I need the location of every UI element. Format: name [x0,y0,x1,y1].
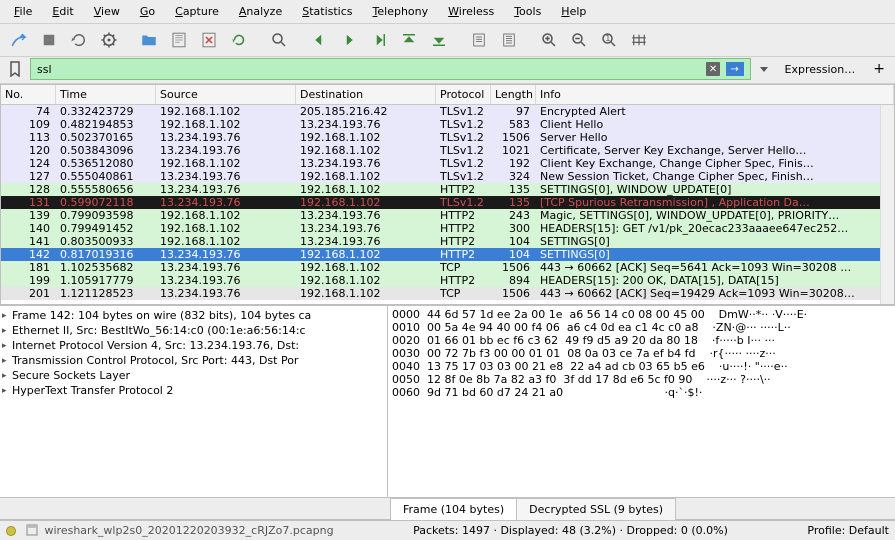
colorize-button[interactable] [496,27,522,53]
status-profile[interactable]: Profile: Default [807,524,889,537]
status-file-label: wireshark_wlp2s0_20201220203932_cRJZo7.p… [26,524,334,537]
close-file-button[interactable] [196,27,222,53]
svg-text:1: 1 [605,33,610,43]
clear-filter-button[interactable]: ✕ [706,62,720,76]
bytes-tabs: Frame (104 bytes) Decrypted SSL (9 bytes… [0,497,895,520]
column-header-no[interactable]: No. [1,85,56,104]
expression-button[interactable]: Expression… [777,58,864,80]
column-header-source[interactable]: Source [156,85,296,104]
column-header-protocol[interactable]: Protocol [436,85,491,104]
expand-arrow-icon[interactable]: ▸ [2,311,12,321]
packet-row[interactable]: 1310.59907211813.234.193.76192.168.1.102… [1,196,880,209]
restart-capture-button[interactable] [66,27,92,53]
zoom-reset-button[interactable]: 1 [596,27,622,53]
menu-help[interactable]: Help [551,2,596,21]
hex-row[interactable]: 0050 12 8f 0e 8b 7a 82 a3 f0 3f dd 17 8d… [392,373,891,386]
toolbar: 1 [0,24,895,57]
tree-item[interactable]: ▸ HyperText Transfer Protocol 2 [0,383,387,398]
packet-row[interactable]: 1240.536512080192.168.1.10213.234.193.76… [1,157,880,170]
menu-tools[interactable]: Tools [504,2,551,21]
go-last-button[interactable] [426,27,452,53]
tree-item[interactable]: ▸ Transmission Control Protocol, Src Por… [0,353,387,368]
apply-filter-button[interactable]: → [726,62,744,76]
reload-file-button[interactable] [226,27,252,53]
zoom-out-button[interactable] [566,27,592,53]
capture-options-button[interactable] [96,27,122,53]
packet-rows[interactable]: 740.332423729192.168.1.102205.185.216.42… [1,105,880,300]
status-bar: wireshark_wlp2s0_20201220203932_cRJZo7.p… [0,520,895,540]
zoom-in-button[interactable] [536,27,562,53]
expand-arrow-icon[interactable]: ▸ [2,371,12,381]
open-file-button[interactable] [136,27,162,53]
packet-row[interactable]: 1400.799491452192.168.1.10213.234.193.76… [1,222,880,235]
packet-bytes-hex[interactable]: 0000 44 6d 57 1d ee 2a 00 1e a6 56 14 c0… [388,306,895,497]
menu-bar: File Edit View Go Capture Analyze Statis… [0,0,895,24]
tree-item[interactable]: ▸ Secure Sockets Layer [0,368,387,383]
menu-statistics[interactable]: Statistics [292,2,362,21]
packet-row[interactable]: 1390.799093598192.168.1.10213.234.193.76… [1,209,880,222]
column-header-time[interactable]: Time [56,85,156,104]
auto-scroll-button[interactable] [466,27,492,53]
tree-item[interactable]: ▸ Frame 142: 104 bytes on wire (832 bits… [0,308,387,323]
go-to-packet-button[interactable] [366,27,392,53]
filter-text: ssl [37,63,52,76]
tab-decrypted-ssl[interactable]: Decrypted SSL (9 bytes) [516,498,676,520]
display-filter-input[interactable]: ssl ✕ → [30,58,751,80]
expand-arrow-icon[interactable]: ▸ [2,386,12,396]
packet-row[interactable]: 740.332423729192.168.1.102205.185.216.42… [1,105,880,118]
packet-row[interactable]: 1410.803500933192.168.1.10213.234.193.76… [1,235,880,248]
save-file-button[interactable] [166,27,192,53]
column-header-destination[interactable]: Destination [296,85,436,104]
menu-file[interactable]: File [4,2,42,21]
menu-wireless[interactable]: Wireless [438,2,504,21]
hex-row[interactable]: 0020 01 66 01 bb ec f6 c3 62 49 f9 d5 a9… [392,334,891,347]
packet-list-panel: No. Time Source Destination Protocol Len… [0,84,895,305]
tree-item[interactable]: ▸ Internet Protocol Version 4, Src: 13.2… [0,338,387,353]
packet-list-scrollbar[interactable] [880,105,894,304]
go-first-button[interactable] [396,27,422,53]
expand-arrow-icon[interactable]: ▸ [2,356,12,366]
stop-capture-button[interactable] [36,27,62,53]
tab-frame-bytes[interactable]: Frame (104 bytes) [390,498,517,520]
column-header-info[interactable]: Info [536,85,894,104]
packet-list-header: No. Time Source Destination Protocol Len… [1,85,894,105]
menu-analyze[interactable]: Analyze [229,2,292,21]
packet-row[interactable]: 1991.10591777913.234.193.76192.168.1.102… [1,274,880,287]
expert-info-button[interactable] [6,526,16,536]
packet-row[interactable]: 1811.10253568213.234.193.76192.168.1.102… [1,261,880,274]
menu-edit[interactable]: Edit [42,2,83,21]
packet-row[interactable]: 2011.12112852313.234.193.76192.168.1.102… [1,287,880,300]
packet-row[interactable]: 1130.50237016513.234.193.76192.168.1.102… [1,131,880,144]
expand-arrow-icon[interactable]: ▸ [2,326,12,336]
filter-bar: ssl ✕ → Expression… + [0,57,895,84]
menu-telephony[interactable]: Telephony [363,2,439,21]
column-header-length[interactable]: Length [491,85,536,104]
hex-row[interactable]: 0030 00 72 7b f3 00 00 01 01 08 0a 03 ce… [392,347,891,360]
packet-row[interactable]: 1200.50384309613.234.193.76192.168.1.102… [1,144,880,157]
menu-view[interactable]: View [84,2,130,21]
filter-history-dropdown[interactable] [755,58,773,80]
packet-row[interactable]: 1420.81701931613.234.193.76192.168.1.102… [1,248,880,261]
expand-arrow-icon[interactable]: ▸ [2,341,12,351]
packet-details-tree[interactable]: ▸ Frame 142: 104 bytes on wire (832 bits… [0,306,388,497]
hex-row[interactable]: 0000 44 6d 57 1d ee 2a 00 1e a6 56 14 c0… [392,308,891,321]
status-packet-counts: Packets: 1497 · Displayed: 48 (3.2%) · D… [344,524,798,537]
menu-capture[interactable]: Capture [165,2,229,21]
hex-row[interactable]: 0010 00 5a 4e 94 40 00 f4 06 a6 c4 0d ea… [392,321,891,334]
packet-row[interactable]: 1090.482194853192.168.1.10213.234.193.76… [1,118,880,131]
packet-row[interactable]: 1270.55504086113.234.193.76192.168.1.102… [1,170,880,183]
hex-row[interactable]: 0040 13 75 17 03 03 00 21 e8 22 a4 ad cb… [392,360,891,373]
details-section: ▸ Frame 142: 104 bytes on wire (832 bits… [0,305,895,497]
add-filter-button[interactable]: + [867,58,891,80]
packet-row[interactable]: 1280.55558065613.234.193.76192.168.1.102… [1,183,880,196]
go-back-button[interactable] [306,27,332,53]
tree-item[interactable]: ▸ Ethernet II, Src: BestItWo_56:14:c0 (0… [0,323,387,338]
start-capture-button[interactable] [6,27,32,53]
filter-bookmark-button[interactable] [4,58,26,80]
resize-columns-button[interactable] [626,27,652,53]
find-button[interactable] [266,27,292,53]
menu-go[interactable]: Go [130,2,165,21]
hex-row[interactable]: 0060 9d 71 bd 60 d7 24 21 a0 ·q·`·$!· [392,386,891,399]
go-forward-button[interactable] [336,27,362,53]
